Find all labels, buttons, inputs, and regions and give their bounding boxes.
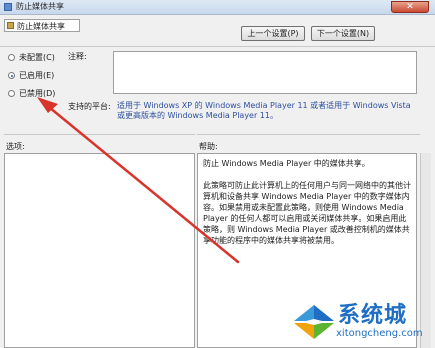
watermark-name: 系统城 [338, 303, 408, 328]
watermark-url: xitongcheng.com [336, 328, 423, 339]
watermark: 系统城 xitongcheng.com [288, 295, 435, 348]
watermark-logo-icon [294, 305, 334, 339]
